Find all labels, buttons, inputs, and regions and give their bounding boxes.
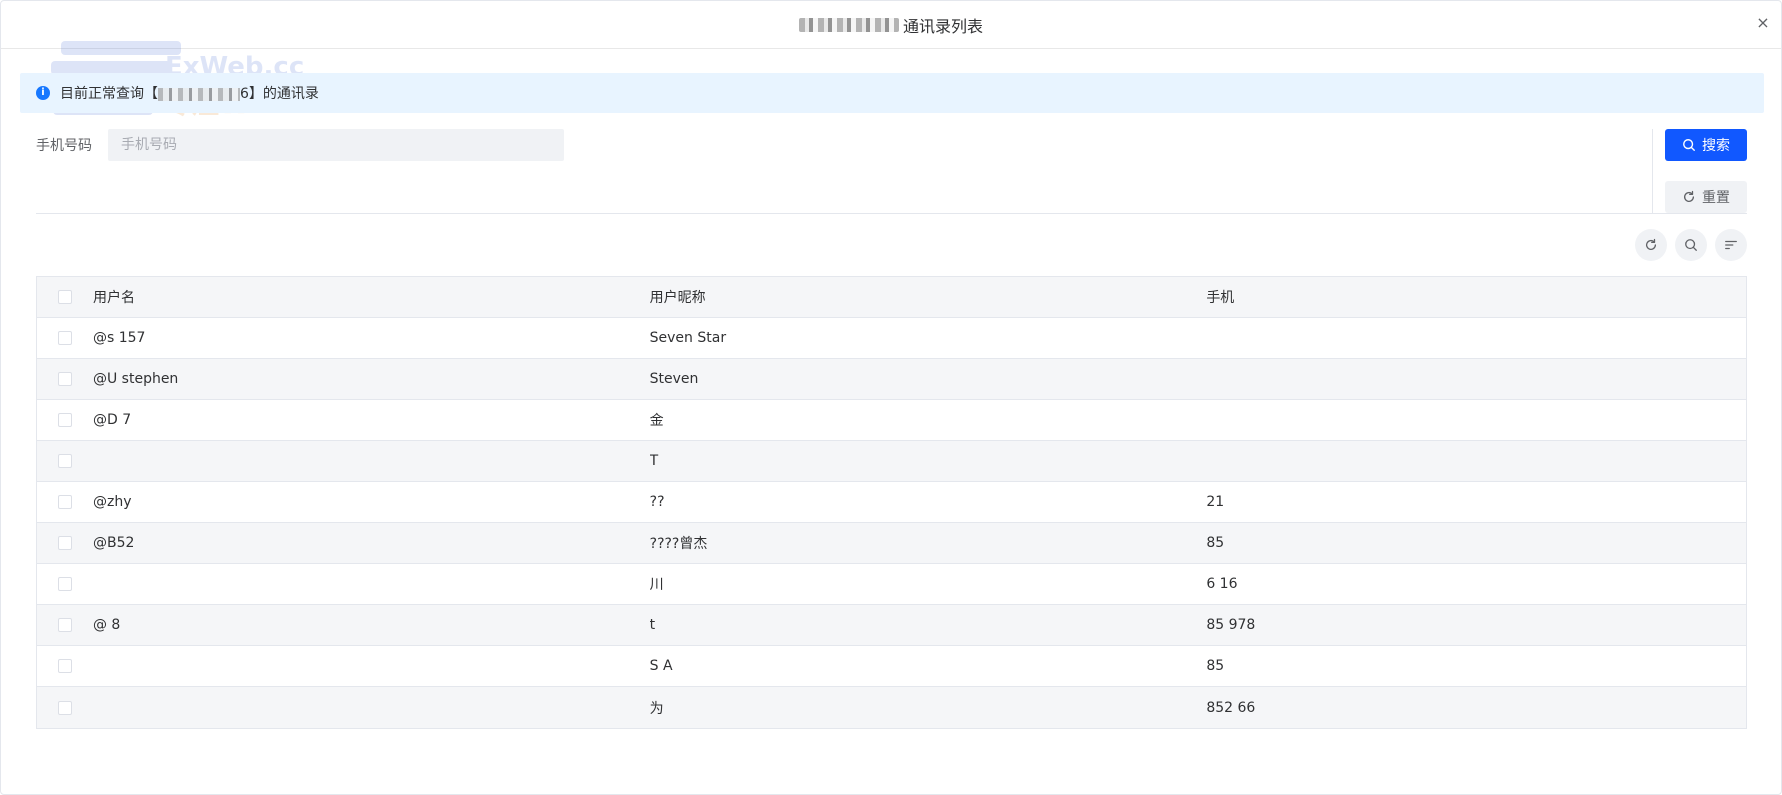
reset-button[interactable]: 重置 — [1665, 181, 1747, 213]
search-icon — [1683, 139, 1695, 151]
column-settings-button[interactable] — [1715, 229, 1747, 261]
column-filter-icon — [1725, 240, 1737, 250]
username-cell: @ 8 — [92, 617, 121, 633]
phone-label: 手机号码 — [36, 138, 92, 154]
row-checkbox[interactable] — [57, 618, 72, 632]
row-check-cell — [37, 454, 93, 468]
row-checkbox[interactable] — [57, 659, 72, 673]
form-divider — [1652, 129, 1653, 213]
username-cell: @B52 — [92, 535, 135, 551]
table-row[interactable]: @B52 ????曾杰 85 — [37, 523, 1746, 564]
redacted-title-prefix — [798, 17, 899, 32]
select-all-checkbox[interactable] — [57, 290, 72, 304]
alert-prefix: 目前正常查询【 — [60, 86, 158, 102]
phone-cell: 6 16 — [1206, 576, 1238, 592]
alert-text: 目前正常查询【 6】的通讯录 — [60, 83, 319, 103]
column-header-username[interactable]: 用户名 — [93, 287, 650, 307]
column-header-nickname[interactable]: 用户昵称 — [650, 287, 1207, 307]
row-checkbox[interactable] — [57, 577, 72, 591]
contacts-table: 用户名 用户昵称 手机 @s 157 Seven Star @U stephen… — [36, 276, 1747, 729]
refresh-table-button[interactable] — [1635, 229, 1667, 261]
search-button-label: 搜索 — [1702, 138, 1730, 154]
search-icon — [1685, 239, 1697, 251]
nickname-cell: 为 — [649, 700, 664, 717]
refresh-icon — [1645, 238, 1657, 250]
contacts-dialog: 通讯录列表 × ExWeb.cc 专注WEB i 目前正常查询【6】的通讯录 手… — [0, 0, 1782, 795]
row-checkbox[interactable] — [57, 536, 72, 550]
row-checkbox[interactable] — [57, 700, 72, 715]
phone-cell: 85 978 — [1206, 617, 1256, 633]
nickname-cell: Steven — [649, 371, 699, 387]
row-checkbox[interactable] — [57, 413, 72, 427]
redacted-account — [158, 87, 240, 101]
search-button[interactable]: 搜索 — [1665, 129, 1747, 161]
table-row[interactable]: @D 7 金 — [37, 400, 1746, 441]
nickname-cell: ????曾杰 — [649, 536, 708, 552]
toggle-search-button[interactable] — [1675, 229, 1707, 261]
table-row[interactable]: S A 85 — [37, 646, 1746, 687]
nickname-cell: ?? — [649, 494, 665, 510]
row-checkbox[interactable] — [57, 331, 72, 345]
row-checkbox[interactable] — [57, 454, 72, 468]
nickname-cell: Seven Star — [649, 330, 727, 346]
alert-suffix: 6】的通讯录 — [240, 86, 319, 102]
username-cell: @D 7 — [92, 412, 132, 428]
username-cell: @zhy — [92, 494, 132, 510]
reset-button-label: 重置 — [1702, 190, 1730, 206]
table-row[interactable]: @U stephen Steven — [37, 359, 1746, 400]
select-all-cell — [37, 290, 93, 304]
row-check-cell — [37, 577, 93, 591]
info-alert: i 目前正常查询【 6】的通讯录 — [20, 73, 1764, 113]
row-check-cell — [37, 413, 93, 427]
phone-form-item: 手机号码 — [36, 129, 564, 161]
nickname-cell: t — [649, 617, 656, 633]
row-check-cell — [37, 331, 93, 345]
nickname-cell: 金 — [649, 413, 664, 429]
row-check-cell — [37, 536, 93, 550]
username-cell: @s 157 — [92, 330, 146, 346]
table-header-row: 用户名 用户昵称 手机 — [37, 277, 1746, 318]
table-row[interactable]: @ 8 t 85 978 — [37, 605, 1746, 646]
dialog-title-text: 通讯录列表 — [902, 16, 983, 36]
info-icon: i — [36, 86, 50, 100]
phone-cell: 852 66 — [1206, 699, 1256, 716]
username-cell: @U stephen — [92, 371, 179, 387]
row-check-cell — [37, 700, 93, 715]
nickname-cell: T — [649, 453, 659, 469]
table-row[interactable]: T — [37, 441, 1746, 482]
phone-cell: 85 — [1206, 658, 1225, 674]
table-row[interactable]: 川 6 16 — [37, 564, 1746, 605]
dialog-title: 通讯录列表 — [798, 13, 983, 37]
row-check-cell — [37, 372, 93, 386]
row-check-cell — [37, 495, 93, 509]
column-header-phone[interactable]: 手机 — [1206, 287, 1746, 307]
table-row[interactable]: @s 157 Seven Star — [37, 318, 1746, 359]
row-check-cell — [37, 618, 93, 632]
row-check-cell — [37, 659, 93, 673]
phone-cell: 21 — [1206, 494, 1225, 510]
row-checkbox[interactable] — [57, 495, 72, 509]
phone-input[interactable] — [108, 129, 564, 161]
table-row[interactable]: 为 852 66 — [37, 687, 1746, 728]
row-checkbox[interactable] — [57, 372, 72, 386]
nickname-cell: 川 — [649, 577, 664, 593]
close-icon[interactable]: × — [1753, 13, 1773, 33]
dialog-header: 通讯录列表 × — [1, 1, 1781, 49]
section-divider — [36, 213, 1747, 214]
table-row[interactable]: @zhy ?? 21 — [37, 482, 1746, 523]
nickname-cell: S A — [649, 658, 673, 674]
refresh-icon — [1683, 190, 1695, 202]
phone-cell: 85 — [1206, 535, 1225, 551]
